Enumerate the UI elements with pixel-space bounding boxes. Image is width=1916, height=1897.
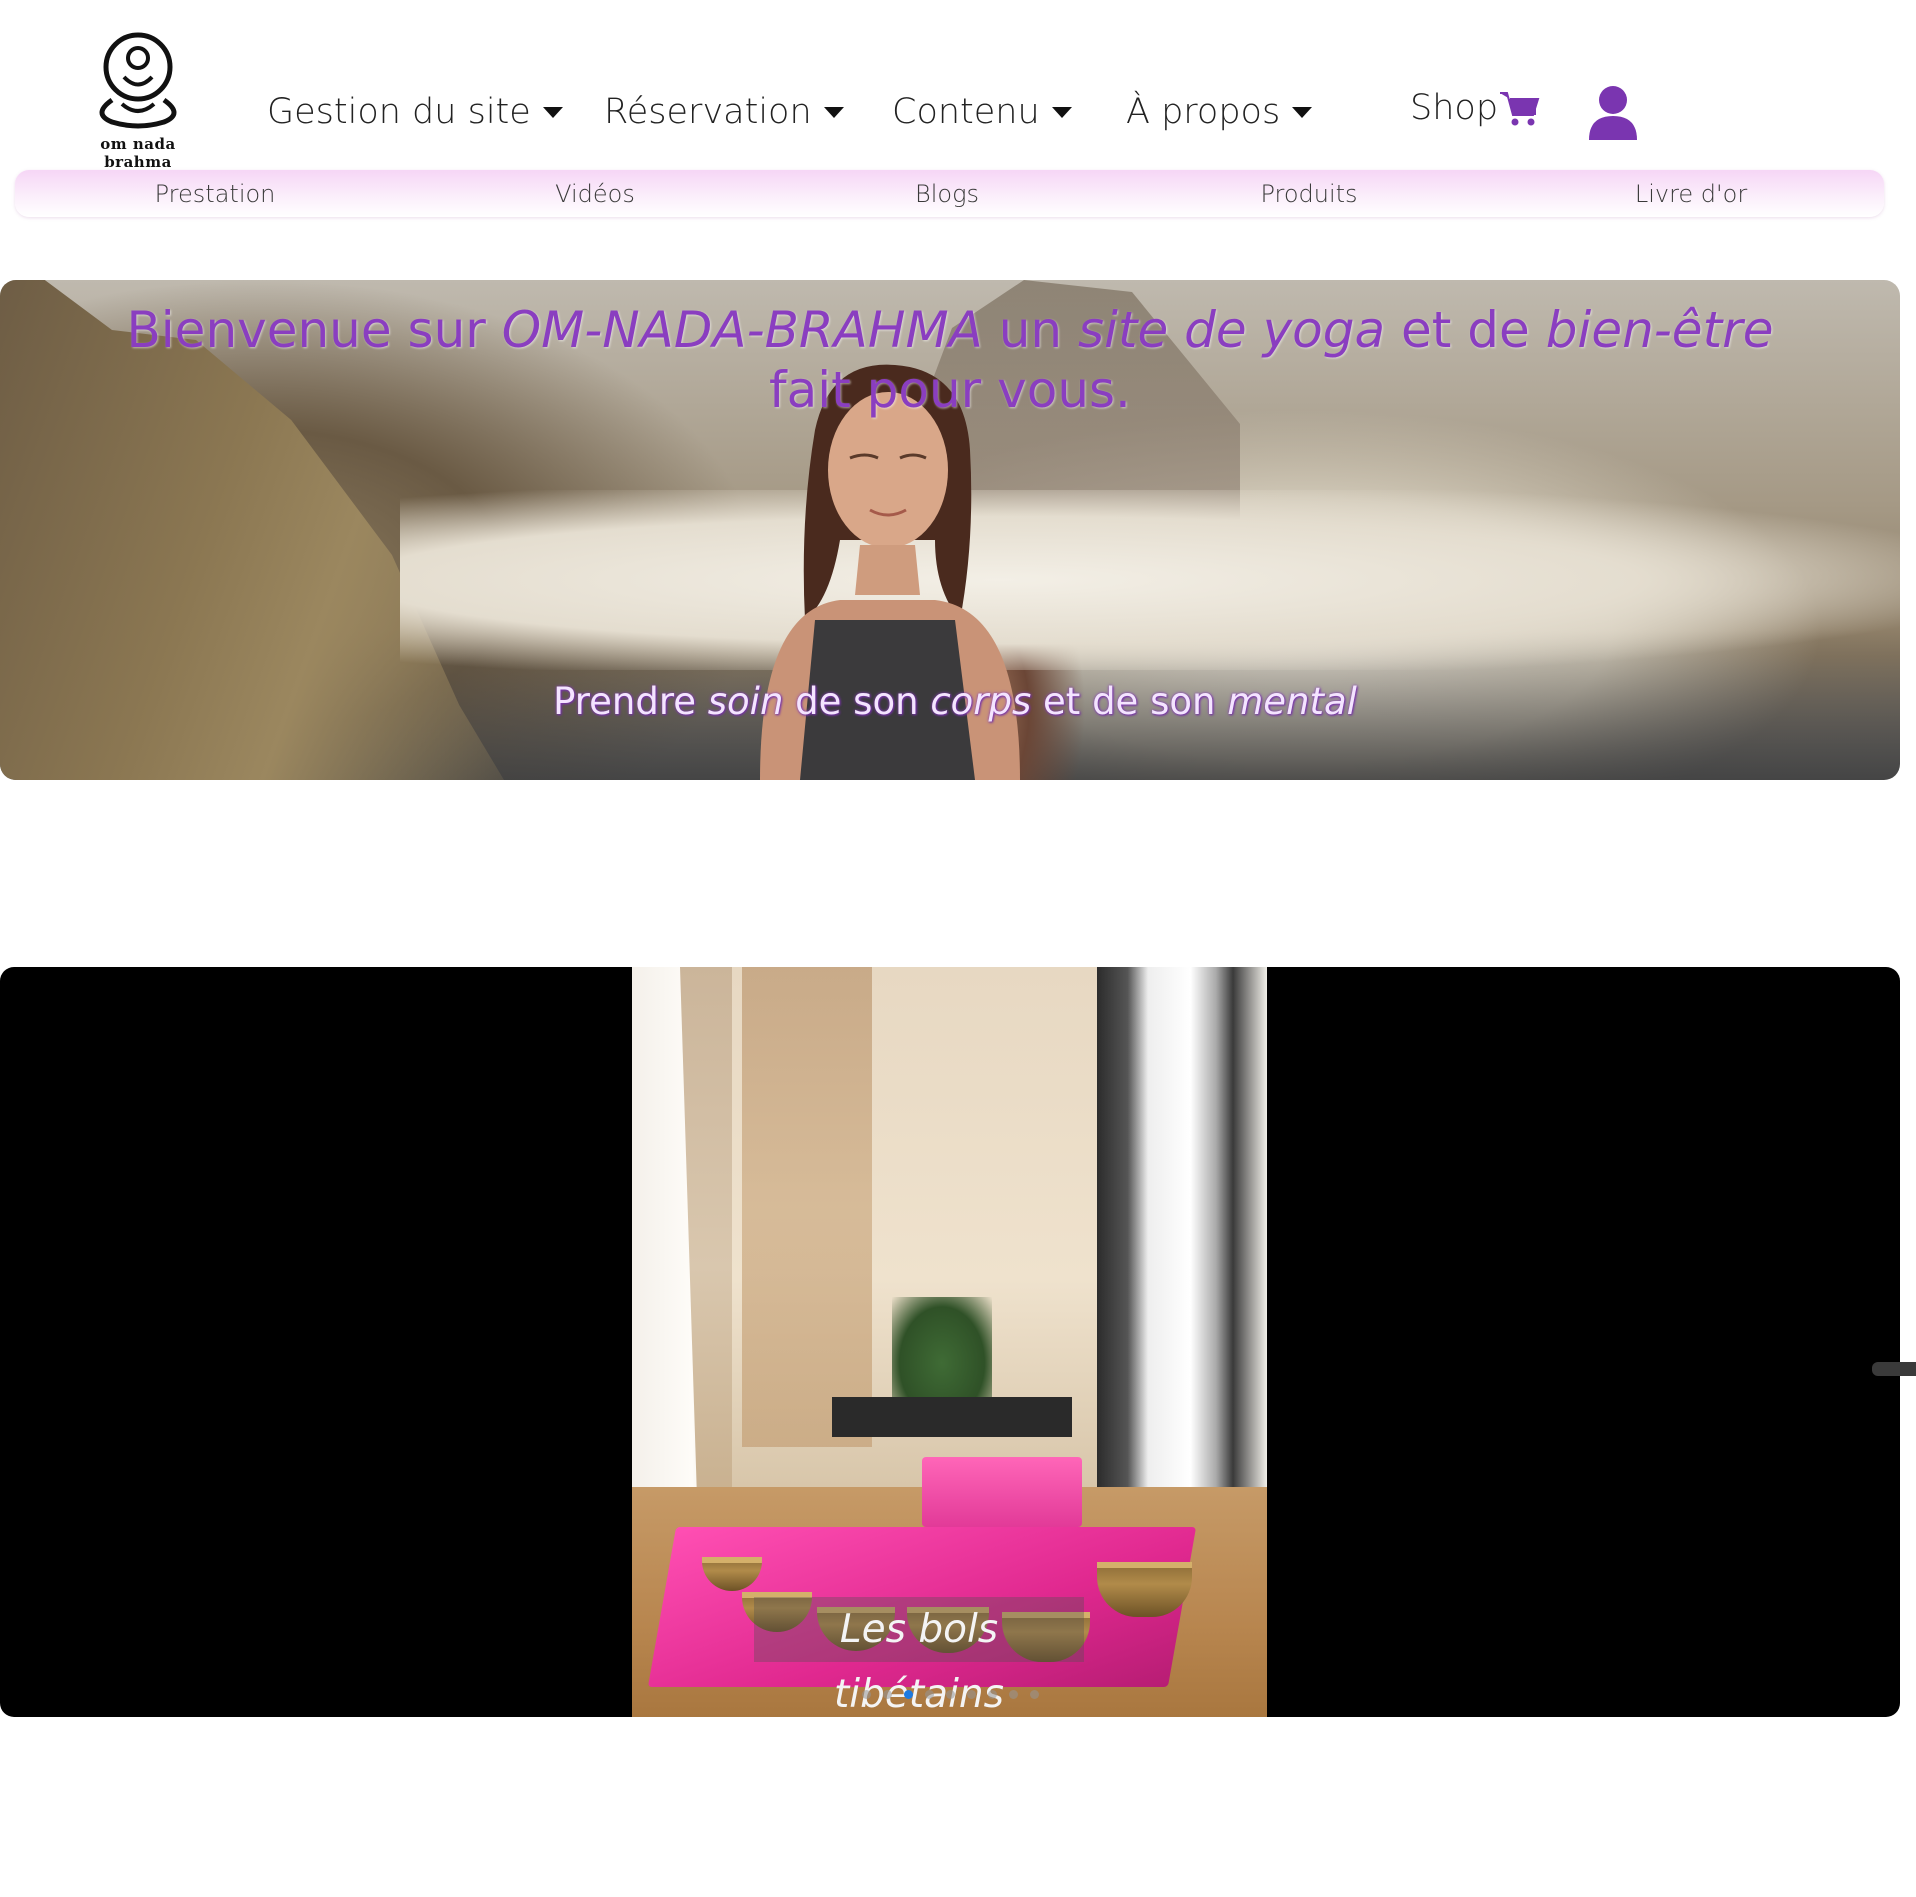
stone-wall bbox=[742, 967, 872, 1447]
carousel-indicator[interactable] bbox=[862, 1690, 871, 1699]
hero-title-text: Bienvenue sur bbox=[126, 301, 502, 359]
hero-title-emphasis: bien-être bbox=[1545, 301, 1774, 359]
subnav-videos[interactable]: Vidéos bbox=[555, 180, 635, 208]
subnav-livre-dor[interactable]: Livre d'or bbox=[1635, 180, 1747, 208]
hero-title-brand: OM-NADA-BRAHMA bbox=[501, 301, 983, 359]
secondary-nav: Prestation Vidéos Blogs Produits Livre d… bbox=[15, 170, 1884, 217]
cart-icon bbox=[1500, 92, 1540, 126]
plant bbox=[892, 1297, 992, 1407]
hero-sub-text: et de son bbox=[1031, 680, 1228, 723]
caret-down-icon bbox=[823, 106, 844, 118]
low-table bbox=[832, 1397, 1072, 1437]
nav-gestion-du-site[interactable]: Gestion du site bbox=[267, 92, 563, 132]
nav-label: Gestion du site bbox=[267, 92, 531, 132]
caret-down-icon bbox=[542, 106, 563, 118]
hero-clouds bbox=[400, 490, 1900, 670]
hero-title-text: et de bbox=[1385, 301, 1546, 359]
caret-down-icon bbox=[1051, 106, 1072, 118]
carousel-indicator[interactable] bbox=[883, 1690, 892, 1699]
subnav-prestation[interactable]: Prestation bbox=[155, 180, 276, 208]
carousel-indicator[interactable] bbox=[967, 1690, 976, 1699]
hero-sub-emphasis: soin bbox=[707, 680, 784, 723]
carousel[interactable]: Les bols tibétains bbox=[0, 967, 1900, 1717]
hero-title-text: un bbox=[982, 301, 1078, 359]
om-nada-brahma-logo[interactable] bbox=[72, 22, 204, 152]
nav-a-propos[interactable]: À propos bbox=[1126, 92, 1313, 132]
shop-label: Shop bbox=[1410, 88, 1499, 128]
carousel-indicator[interactable] bbox=[946, 1690, 955, 1699]
nav-label: Contenu bbox=[892, 92, 1040, 132]
side-feedback-tab[interactable] bbox=[1872, 1362, 1916, 1376]
hero-sub-emphasis: mental bbox=[1227, 680, 1357, 723]
hero-title-text: fait pour vous. bbox=[769, 361, 1131, 419]
hero-sub-text: de son bbox=[783, 680, 931, 723]
carousel-indicators bbox=[862, 1690, 1039, 1699]
nav-contenu[interactable]: Contenu bbox=[892, 92, 1072, 132]
user-icon[interactable] bbox=[1585, 84, 1641, 140]
caret-down-icon bbox=[1292, 106, 1313, 118]
logo-text: om nada brahma bbox=[100, 135, 176, 171]
hero-banner: Bienvenue sur OM-NADA-BRAHMA un site de … bbox=[0, 280, 1900, 780]
hero-sub-emphasis: corps bbox=[930, 680, 1032, 723]
subnav-blogs[interactable]: Blogs bbox=[915, 180, 979, 208]
meditation-cushion bbox=[922, 1457, 1082, 1527]
carousel-indicator[interactable] bbox=[1030, 1690, 1039, 1699]
nav-reservation[interactable]: Réservation bbox=[604, 92, 844, 132]
nav-label: Réservation bbox=[604, 92, 812, 132]
carousel-indicator[interactable] bbox=[1009, 1690, 1018, 1699]
carousel-indicator-active[interactable] bbox=[904, 1690, 913, 1699]
hero-subtitle: Prendre soin de son corps et de son ment… bbox=[0, 680, 1900, 723]
hero-title-emphasis: site de yoga bbox=[1077, 301, 1386, 359]
shop-link[interactable]: Shop bbox=[1410, 88, 1540, 128]
carousel-indicator[interactable] bbox=[988, 1690, 997, 1699]
carousel-indicator[interactable] bbox=[925, 1690, 934, 1699]
slide-caption: Les bols tibétains bbox=[754, 1597, 1084, 1717]
hero-sub-text: Prendre bbox=[553, 680, 708, 723]
hero-title: Bienvenue sur OM-NADA-BRAHMA un site de … bbox=[100, 300, 1800, 420]
nav-label: À propos bbox=[1126, 92, 1281, 132]
carousel-slide-image: Les bols tibétains bbox=[632, 967, 1267, 1717]
subnav-produits[interactable]: Produits bbox=[1260, 180, 1357, 208]
